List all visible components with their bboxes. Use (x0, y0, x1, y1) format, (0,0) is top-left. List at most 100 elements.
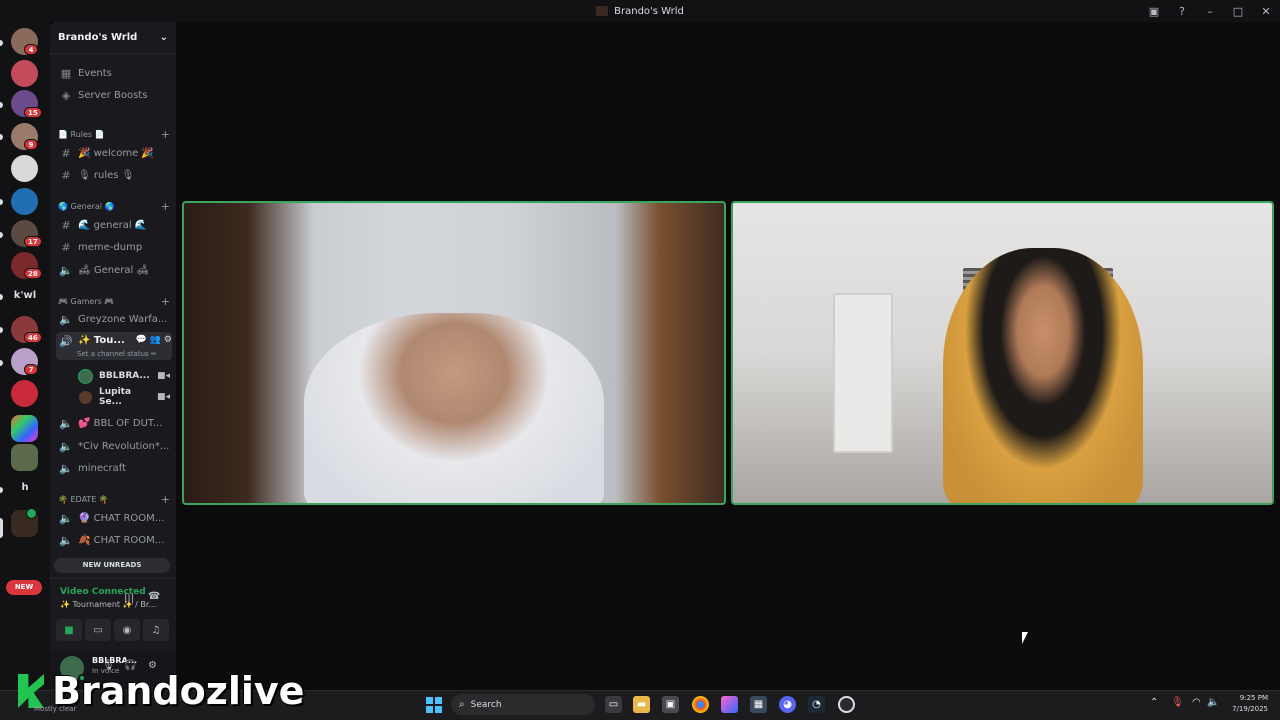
activity-button[interactable]: ◉ (114, 619, 140, 641)
obs-icon[interactable] (838, 696, 855, 713)
invite-icon[interactable]: 👥 (150, 335, 161, 345)
category-gamers[interactable]: 🎮 Gamers 🎮 + (58, 294, 170, 308)
app-icon[interactable] (721, 696, 738, 713)
voice-user[interactable]: Lupita Se... ■◂ (78, 387, 170, 407)
category-general[interactable]: 🌎 General 🌎 + (58, 199, 170, 213)
channel-status[interactable]: Set a channel status ✏ (77, 350, 157, 358)
plus-icon[interactable]: + (161, 200, 170, 213)
hash-icon: # (61, 146, 71, 160)
channel-bbl[interactable]: 🔈 💕 BBL OF DUT... (56, 413, 172, 433)
unread-indicator (0, 102, 3, 108)
speaker-icon: 🔈 (59, 461, 73, 475)
channel-greyzone[interactable]: 🔈 Greyzone Warfa... (56, 309, 172, 329)
search-icon: ⌕ (459, 699, 465, 710)
help-icon[interactable]: ? (1168, 5, 1196, 18)
channel-chat-room-2[interactable]: 🔈 🍂 CHAT ROOM... (56, 530, 172, 550)
unread-indicator (0, 134, 3, 140)
channel-chat-room-1[interactable]: 🔈 🔮 CHAT ROOM... (56, 508, 172, 528)
server-icon (596, 6, 609, 16)
speaker-icon: 🔊 (59, 335, 73, 348)
chat-icon[interactable]: 💬 (135, 335, 149, 345)
server-icon[interactable] (11, 188, 38, 215)
disconnect-icon[interactable]: ☎ (148, 591, 160, 602)
plus-icon[interactable]: + (161, 493, 170, 506)
channel-minecraft[interactable]: 🔈 minecraft (56, 458, 172, 478)
server-boosts-item[interactable]: ◈ Server Boosts (56, 85, 172, 105)
discord-icon[interactable]: ◕ (779, 696, 796, 713)
channel-rules[interactable]: # 🎙 rules 🎙 (56, 165, 172, 185)
server-rail: 4 15 9 17 28 k'wl 46 7 h NEW (0, 22, 50, 690)
chrome-icon[interactable] (692, 696, 709, 713)
mention-badge: 17 (24, 236, 42, 247)
app-icon[interactable]: ▦ (750, 696, 767, 713)
speaker-icon: 🔈 (59, 511, 73, 525)
category-edate[interactable]: 🌴 EDATE 🌴 + (58, 492, 170, 506)
server-name: Brando's Wrld (58, 32, 138, 43)
server-icon[interactable] (11, 60, 38, 87)
unread-indicator (0, 360, 3, 366)
inbox-icon[interactable]: ▣ (1140, 5, 1168, 18)
speaker-icon: 🔈 (59, 533, 73, 547)
steam-icon[interactable]: ◔ (808, 696, 825, 713)
speaker-icon: 🔈 (59, 263, 73, 277)
screen-share-button[interactable]: ▭ (85, 619, 111, 641)
voice-channel-path[interactable]: ✨ Tournament ✨ / Br... (60, 600, 156, 609)
camera-icon: ■◂ (156, 371, 170, 381)
plus-icon[interactable]: + (161, 295, 170, 308)
video-feed (304, 313, 604, 503)
hash-icon: # (61, 168, 71, 182)
unread-indicator (0, 199, 3, 205)
wifi-icon[interactable]: ◠ (1192, 697, 1201, 708)
chevron-up-icon[interactable]: ⌃ (1150, 697, 1158, 708)
task-view-icon[interactable]: ▭ (605, 696, 622, 713)
date: 7/19/2025 (1232, 705, 1268, 713)
server-icon[interactable] (11, 380, 38, 407)
speaker-icon: 🔈 (59, 439, 73, 453)
hash-icon: # (61, 218, 71, 232)
minimize-button[interactable]: – (1196, 5, 1224, 18)
taskbar-search[interactable]: ⌕ Search (451, 694, 595, 715)
new-unreads-button[interactable]: NEW UNREADS (54, 558, 170, 573)
gear-icon[interactable]: ⚙ (164, 335, 172, 345)
camera-icon: ■◂ (156, 392, 170, 402)
live-badge (26, 508, 37, 519)
mention-badge: 28 (24, 268, 42, 279)
calendar-icon: ▦ (60, 66, 72, 80)
microphone-icon[interactable]: 🎙 (1171, 697, 1184, 708)
server-text-icon[interactable]: h (10, 482, 40, 493)
events-item[interactable]: ▦ Events (56, 63, 172, 83)
plus-icon[interactable]: + (161, 128, 170, 141)
camera-button[interactable]: ■ (56, 619, 82, 641)
server-icon[interactable] (11, 444, 38, 471)
server-text-icon[interactable]: k'wl (10, 290, 40, 301)
server-icon[interactable] (11, 415, 38, 442)
channel-meme-dump[interactable]: # meme-dump (56, 237, 172, 257)
file-explorer-icon[interactable]: ▬ (633, 696, 650, 713)
taskbar-clock[interactable]: 9:25 PM 7/19/2025 (1222, 693, 1268, 715)
weather-text[interactable]: Mostly clear (34, 705, 76, 713)
voice-user[interactable]: BBLBRA... ■◂ (78, 366, 170, 386)
soundboard-button[interactable]: ♫ (143, 619, 169, 641)
avatar (78, 389, 93, 405)
store-icon[interactable]: ▣ (662, 696, 679, 713)
windows-start-icon[interactable] (426, 697, 442, 713)
mention-badge: 9 (24, 139, 38, 150)
maximize-button[interactable]: □ (1224, 5, 1252, 18)
server-icon[interactable] (11, 155, 38, 182)
title-bar: Brando's Wrld ▣ ? – □ ✕ (0, 0, 1280, 22)
mention-badge: 4 (24, 44, 38, 55)
mention-badge: 15 (24, 107, 42, 118)
channel-general-text[interactable]: # 🌊 general 🌊 (56, 215, 172, 235)
close-button[interactable]: ✕ (1252, 5, 1280, 18)
video-tile[interactable] (182, 201, 726, 505)
channel-welcome[interactable]: # 🎉 welcome 🎉 (56, 143, 172, 163)
volume-icon[interactable]: 🔈 (1207, 697, 1219, 708)
k-logo-icon (18, 674, 44, 708)
channel-general-voice[interactable]: 🔈 🛋 General 🛋 (56, 260, 172, 280)
video-tile[interactable] (731, 201, 1274, 505)
category-rules[interactable]: 📄 Rules 📄 + (58, 127, 170, 141)
new-pill[interactable]: NEW (6, 580, 42, 595)
channel-civ[interactable]: 🔈 *Civ Revolution*... (56, 436, 172, 456)
server-header[interactable]: Brando's Wrld ⌄ (50, 22, 176, 54)
waveform-icon[interactable]: ||| (124, 593, 134, 604)
